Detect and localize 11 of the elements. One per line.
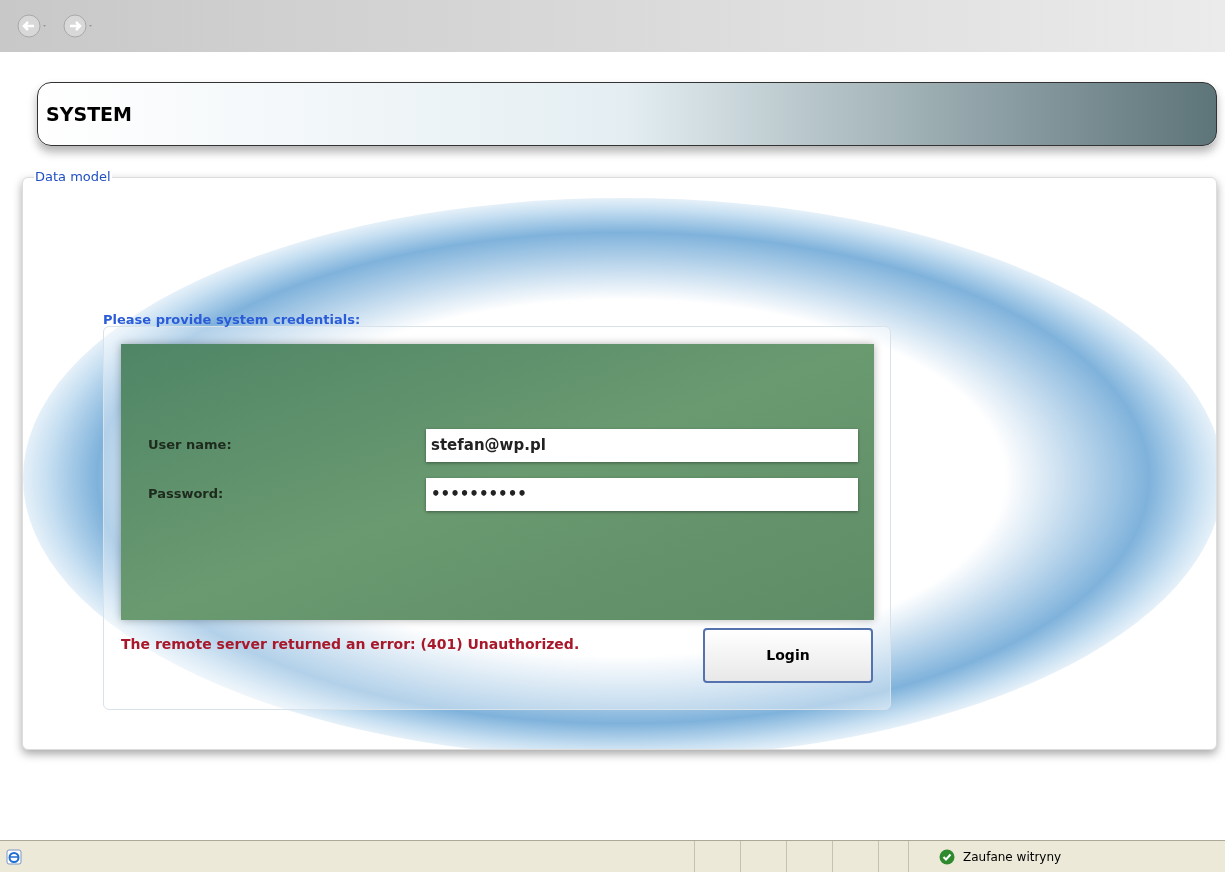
input-field[interactable]: stefan@wp.pl: [426, 428, 858, 462]
check-icon: [939, 848, 955, 865]
error-message: The remote server returned an error: (401) Unauthorized.: [121, 634, 580, 654]
input-field[interactable]: ••••••••••: [426, 477, 858, 511]
login-heading: Please provide system credentials:: [103, 311, 362, 329]
login-button[interactable]: Login: [703, 627, 873, 683]
field-label: Password:: [148, 485, 225, 504]
security-zone: Zaufane witryny: [963, 848, 1062, 866]
browser-icon: [6, 848, 22, 865]
field-label: User name:: [148, 436, 233, 455]
page-title: SYSTEM: [46, 101, 132, 127]
